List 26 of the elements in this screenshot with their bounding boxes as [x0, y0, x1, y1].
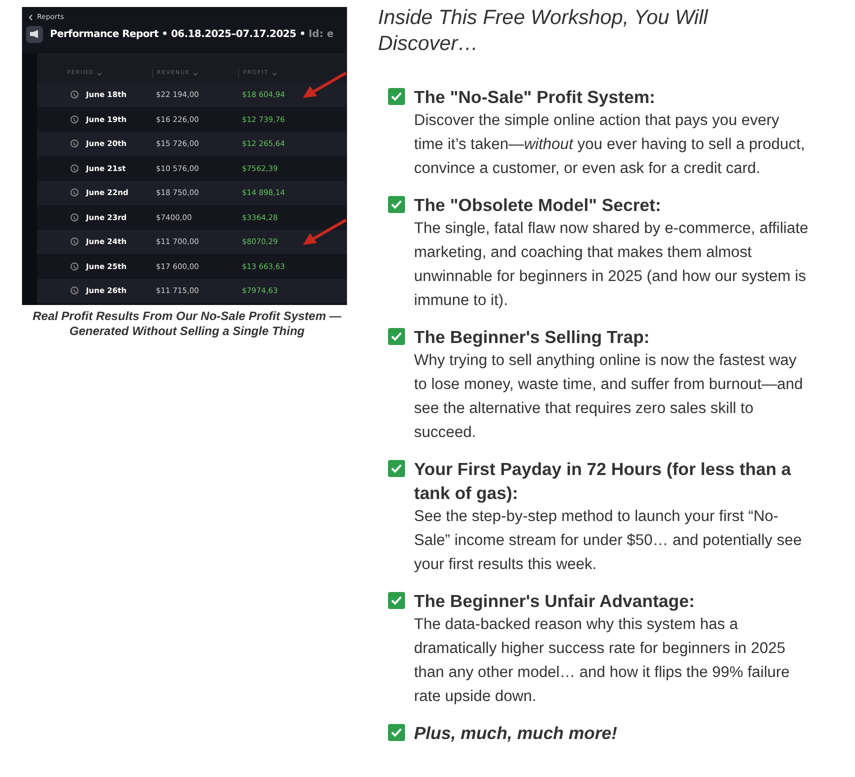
feature-description: See the step-by-step method to launch your first “No-Sale” income stream for under $50… and potentially see your first results this week. — [414, 507, 803, 575]
chevron-down-icon — [96, 72, 102, 76]
check-icon — [391, 596, 402, 605]
check-icon — [391, 728, 402, 737]
chevron-left-icon — [28, 14, 34, 21]
check-icon — [391, 200, 402, 209]
feature-title: Your First Payday in 72 Hours (for less than a tank of gas): — [414, 458, 792, 505]
feature-title: The "No-Sale" Profit System: — [414, 86, 656, 109]
check-icon — [391, 92, 402, 101]
feature-title: The "Obsolete Model" Secret: — [414, 194, 662, 217]
feature-description: The data-backed reason why this system has a dramatically higher success rate for beginners in 2025 than any other model… and how it flips the 99% failure rate upside down. — [414, 615, 791, 707]
chevron-down-icon — [272, 72, 277, 76]
feature-description: Discover the simple online action that pays you every time it’s taken—without you ever having to sell a product, convince a customer, or even ask for a credit card. — [414, 111, 806, 179]
report-title: Performance Report • 06.18.2025–07.17.2025 • — [50, 28, 306, 42]
feature-title: The Beginner's Unfair Advantage: — [414, 590, 696, 613]
chevron-down-icon — [193, 72, 198, 76]
image-caption: Real Profit Results From Our No-Sale Profit System — Generated Without Selling a Single Thing — [32, 309, 342, 339]
check-icon — [391, 332, 402, 341]
feature-description: The single, fatal flaw now shared by e-commerce, affiliate marketing, and coaching that makes them almost unwinnable for beginners in 2025 (and how our system is immune to it). — [414, 219, 810, 311]
section-heading: Inside This Free Workshop, You Will Discover… — [378, 5, 710, 57]
more-text: Plus, much, much more! — [414, 722, 618, 745]
megaphone-icon — [26, 26, 43, 42]
feature-description: Why trying to sell anything online is now the fastest way to lose money, waste time, and suffer from burnout—and see the alternative that requires zero sales skill to succeed. — [414, 351, 804, 443]
check-icon — [391, 464, 402, 473]
report-id: Id: e — [308, 28, 334, 42]
feature-title: The Beginner's Selling Trap: — [414, 326, 651, 349]
